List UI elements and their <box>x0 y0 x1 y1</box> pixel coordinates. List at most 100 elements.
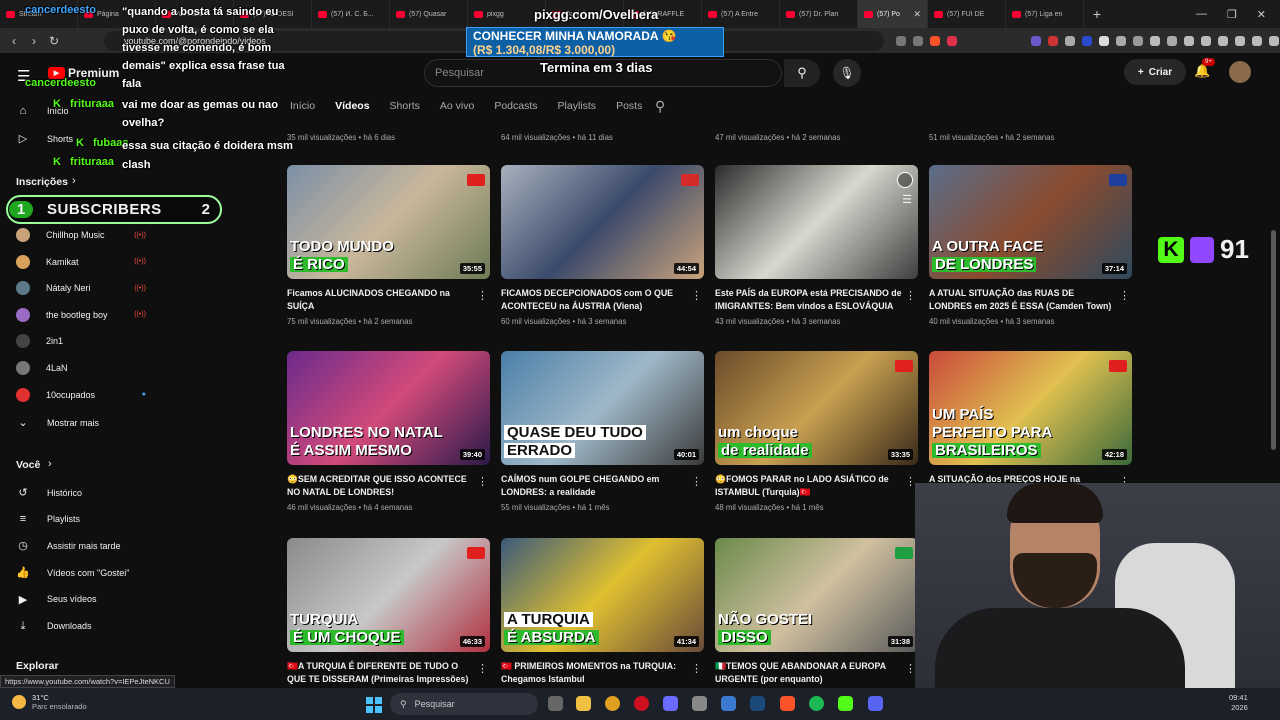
app-2-icon[interactable] <box>692 696 707 711</box>
vpn-icon[interactable] <box>1252 35 1262 46</box>
video-card[interactable]: TODO MUNDO É RICO 35:55 Ficamos ALUCINADOS … <box>287 165 490 326</box>
back-icon[interactable]: ‹ <box>4 34 24 48</box>
media-icon[interactable] <box>1184 35 1194 46</box>
sidebar-item-shorts[interactable]: ▷ Shorts <box>16 132 73 145</box>
video-thumbnail[interactable]: LONDRES NO NATAL É ASSIM MESMO 39:40 <box>287 351 490 465</box>
tab-vídeos[interactable]: Vídeos <box>335 100 369 112</box>
browser-tab[interactable]: (57) Po ✕ <box>858 0 928 28</box>
subscription-item[interactable]: 4LaN <box>16 361 146 375</box>
weather-widget[interactable]: 31°C Parc ensolarado <box>12 693 87 711</box>
video-thumbnail[interactable]: ☰ <box>715 165 918 279</box>
brave-icon[interactable] <box>780 696 795 711</box>
tab-playlists[interactable]: Playlists <box>558 100 597 112</box>
opera-icon[interactable] <box>634 696 649 711</box>
close-tab-icon[interactable]: ✕ <box>913 9 921 20</box>
more-options-icon[interactable]: ⋮ <box>691 289 702 302</box>
sidebar-item-playlists[interactable]: ≡ Playlists <box>16 513 80 525</box>
rewards-icon[interactable] <box>947 35 957 46</box>
brave-shield-icon[interactable] <box>930 35 940 46</box>
video-thumbnail[interactable]: A TURQUIA É ABSURDA 41:34 <box>501 538 704 652</box>
wallet-icon[interactable] <box>1218 35 1228 46</box>
show-more-button[interactable]: ⌄ Mostrar mais <box>16 416 99 429</box>
new-tab-button[interactable]: + <box>1084 6 1110 22</box>
browser-tab[interactable]: (57) A Entre <box>702 0 780 28</box>
leo-icon[interactable] <box>1235 35 1245 46</box>
more-options-icon[interactable]: ⋮ <box>1119 289 1130 302</box>
file-explorer-icon[interactable] <box>576 696 591 711</box>
video-title[interactable]: CAÍMOS num GOLPE CHEGANDO em LONDRES: a … <box>501 473 704 498</box>
subscriptions-header[interactable]: Inscrições <box>16 176 68 188</box>
video-title[interactable]: FICAMOS DECEPCIONADOS com O QUE ACONTECE… <box>501 287 704 312</box>
sidebar-item-thumbs-up[interactable]: 👍 Vídeos com "Gostei" <box>16 566 129 579</box>
ext-2-icon[interactable] <box>1048 35 1058 46</box>
steam-icon[interactable] <box>750 696 765 711</box>
add-to-queue-icon[interactable]: ☰ <box>902 193 912 206</box>
reload-icon[interactable]: ↻ <box>44 34 64 48</box>
video-title[interactable]: A ATUAL SITUAÇÃO das RUAS DE LONDRES em … <box>929 287 1132 312</box>
app-1-icon[interactable] <box>663 696 678 711</box>
video-thumbnail[interactable]: NÃO GOSTEI DISSO 31:38 <box>715 538 918 652</box>
share-icon[interactable] <box>913 35 923 46</box>
ext-7-icon[interactable] <box>1150 35 1160 46</box>
video-title[interactable]: Ficamos ALUCINADOS CHEGANDO na SUÍÇA <box>287 287 490 312</box>
windows-start-icon[interactable] <box>366 697 382 713</box>
video-thumbnail[interactable]: QUASE DEU TUDO ERRADO 40:01 <box>501 351 704 465</box>
more-options-icon[interactable]: ⋮ <box>477 475 488 488</box>
more-options-icon[interactable]: ⋮ <box>691 475 702 488</box>
browser-tab[interactable]: (57) И. С. Б... <box>312 0 390 28</box>
subscription-item[interactable]: Chillhop Music ((•)) <box>16 228 146 242</box>
ext-6-icon[interactable] <box>1116 35 1126 46</box>
video-card[interactable]: TURQUIA É UM CHOQUE 46:33 🇹🇷A TURQUIA É DIF… <box>287 538 490 685</box>
create-button[interactable]: + Criar <box>1124 59 1186 85</box>
browser-tab[interactable]: (57) FUI DE <box>928 0 1006 28</box>
ext-1-icon[interactable] <box>1031 35 1041 46</box>
video-title[interactable]: 😳FOMOS PARAR no LADO ASIÁTICO de ISTAMBU… <box>715 473 918 498</box>
browser-tab[interactable]: (57) Liga en <box>1006 0 1084 28</box>
subscription-item[interactable]: Nátaly Neri ((•)) <box>16 281 146 296</box>
subscription-item[interactable]: 10ocupados ● <box>16 387 146 402</box>
sidebar-item-your-videos[interactable]: ▶ Seus vídeos <box>16 593 97 606</box>
minimize-icon[interactable]: — <box>1196 8 1207 21</box>
video-thumbnail[interactable]: TURQUIA É UM CHOQUE 46:33 <box>287 538 490 652</box>
sidebar-item-watch-later[interactable]: ◷ Assistir mais tarde <box>16 539 120 552</box>
video-thumbnail[interactable]: TODO MUNDO É RICO 35:55 <box>287 165 490 279</box>
video-title[interactable]: 😳SEM ACREDITAR QUE ISSO ACONTECE NO NATA… <box>287 473 490 498</box>
sidebar-item-download[interactable]: ⤓ Downloads <box>16 620 92 633</box>
tab-shorts[interactable]: Shorts <box>390 100 420 112</box>
tab-posts[interactable]: Posts <box>616 100 642 112</box>
ext-3-icon[interactable] <box>1065 35 1075 46</box>
video-card[interactable]: 44:54 FICAMOS DECEPCIONADOS com O QUE ACO… <box>501 165 704 326</box>
video-thumbnail[interactable]: A OUTRA FACE DE LONDRES 37:14 <box>929 165 1132 279</box>
video-card[interactable]: A TURQUIA É ABSURDA 41:34 🇹🇷 PRIMEIROS MOME… <box>501 538 704 685</box>
taskbar-clock[interactable]: 09:41 2026 <box>1229 693 1248 713</box>
spotify-icon[interactable] <box>809 696 824 711</box>
subscription-item[interactable]: Kamikat ((•)) <box>16 254 146 269</box>
taskbar-search[interactable]: ⚲ Pesquisar <box>390 693 538 715</box>
more-options-icon[interactable]: ⋮ <box>477 662 488 675</box>
close-window-icon[interactable]: ✕ <box>1257 8 1266 21</box>
browser-tab[interactable]: (57) Dr. Plan <box>780 0 858 28</box>
forward-icon[interactable]: › <box>24 34 44 48</box>
video-card[interactable]: NÃO GOSTEI DISSO 31:38 🇮🇹TEMOS QUE ABANDONA… <box>715 538 918 685</box>
voice-search-button[interactable]: 🎙 <box>833 59 861 87</box>
video-card[interactable]: um choque de realidade 33:35 😳FOMOS PARAR n… <box>715 351 918 512</box>
extensions-icon[interactable] <box>1133 35 1143 46</box>
account-avatar[interactable] <box>1229 61 1251 83</box>
more-options-icon[interactable]: ⋮ <box>905 289 916 302</box>
sidebar-icon[interactable] <box>1201 35 1211 46</box>
subscription-item[interactable]: 2in1 <box>16 334 146 349</box>
video-card[interactable]: QUASE DEU TUDO ERRADO 40:01 CAÍMOS num GOLP… <box>501 351 704 512</box>
ext-8-icon[interactable] <box>1167 35 1177 46</box>
scrollbar[interactable] <box>1271 230 1276 450</box>
search-button[interactable]: ⚲ <box>784 59 820 87</box>
install-icon[interactable] <box>896 35 906 46</box>
tab-podcasts[interactable]: Podcasts <box>494 100 537 112</box>
sidebar-item-history[interactable]: ↺ Histórico <box>16 486 82 499</box>
browser-tab[interactable]: (57) Quasar <box>390 0 468 28</box>
video-title[interactable]: 🇹🇷A TURQUIA É DIFERENTE DE TUDO O QUE TE… <box>287 660 490 685</box>
video-title[interactable]: 🇹🇷 PRIMEIROS MOMENTOS na TURQUIA: Chegam… <box>501 660 704 685</box>
chrome-icon[interactable] <box>605 696 620 711</box>
video-thumbnail[interactable]: um choque de realidade 33:35 <box>715 351 918 465</box>
app-3-icon[interactable] <box>721 696 736 711</box>
tab-ao-vivo[interactable]: Ao vivo <box>440 100 474 112</box>
